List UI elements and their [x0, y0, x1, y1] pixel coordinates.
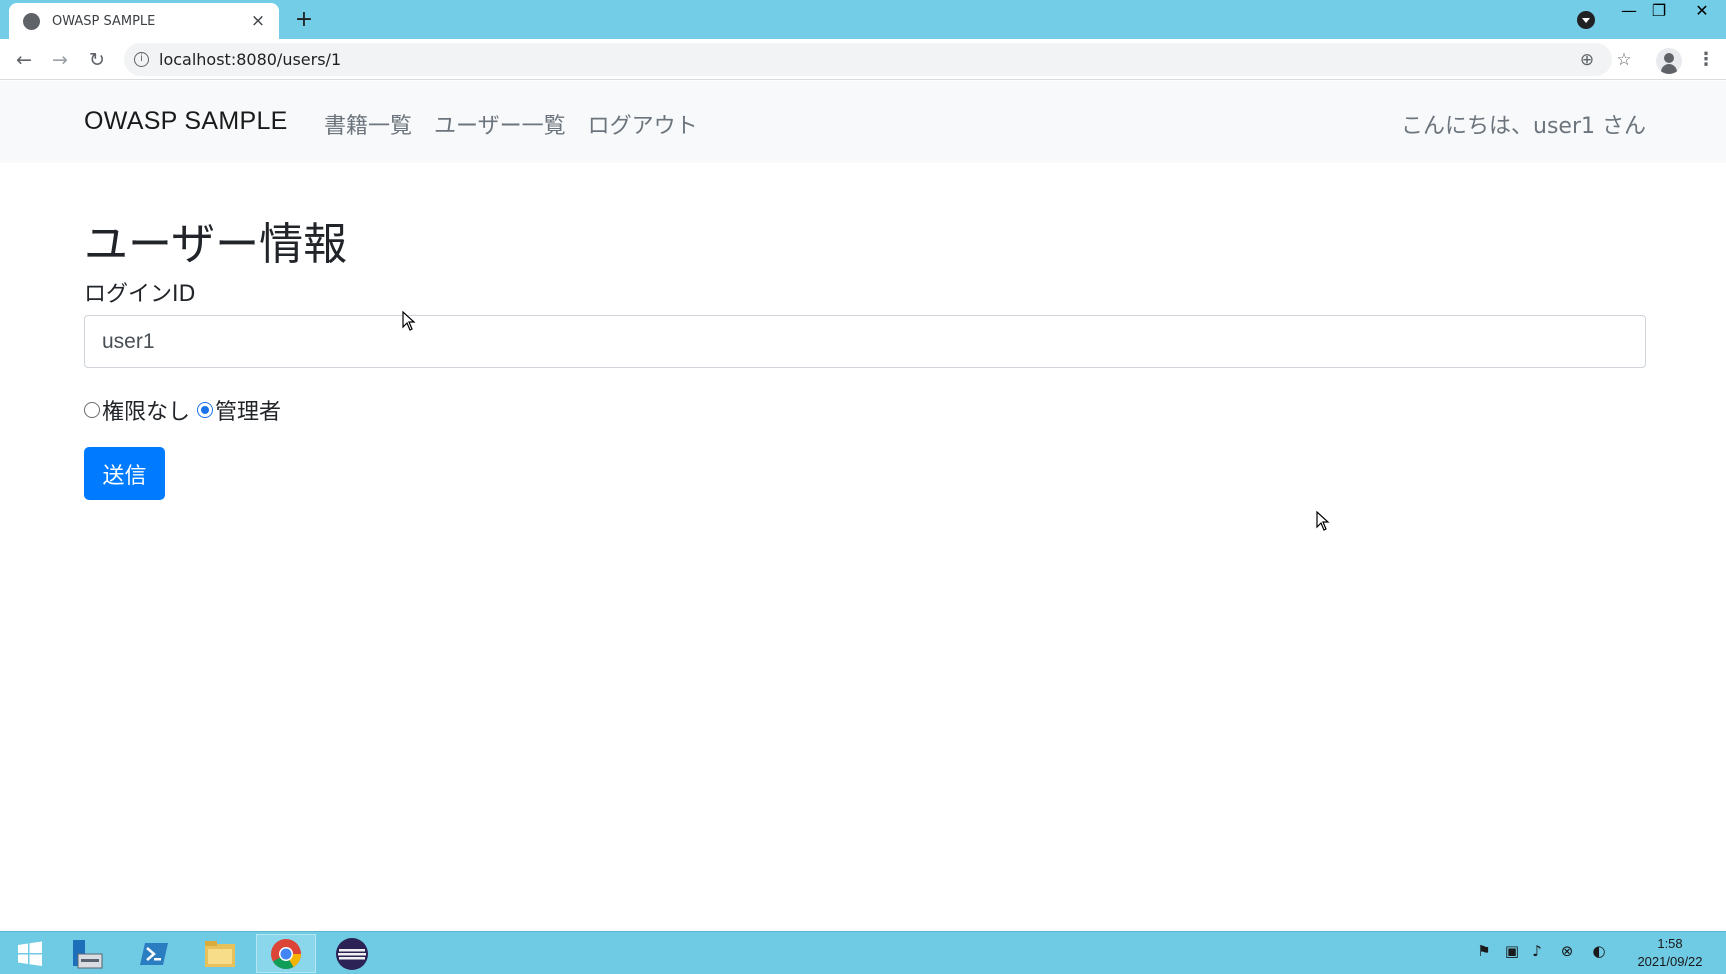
user-greeting: こんにちは、user1 さん [1401, 114, 1646, 139]
windows-logo-icon[interactable] [0, 934, 60, 973]
navbar-brand[interactable]: OWASP SAMPLE [84, 107, 288, 136]
profile-avatar-icon[interactable] [1656, 48, 1682, 74]
site-info-icon[interactable]: i [134, 52, 149, 67]
nav-link-users[interactable]: ユーザー一覧 [434, 108, 566, 140]
nav-links: 書籍一覧 ユーザー一覧 ログアウト [324, 108, 698, 140]
browser-titlebar: OWASP SAMPLE × + — ❐ ✕ [0, 0, 1726, 39]
forward-arrow-icon[interactable]: → [46, 46, 74, 74]
address-url[interactable]: localhost:8080/users/1 [159, 50, 341, 69]
radio-label-admin[interactable]: 管理者 [215, 394, 281, 426]
site-navbar: OWASP SAMPLE 書籍一覧 ユーザー一覧 ログアウト こんにちは、use… [0, 81, 1726, 163]
zoom-icon[interactable]: ⊕ [1573, 46, 1601, 74]
eclipse-icon[interactable] [322, 934, 382, 973]
login-id-input[interactable] [84, 315, 1646, 368]
restore-window-button[interactable]: ❐ [1644, 0, 1674, 24]
nav-link-logout[interactable]: ログアウト [588, 108, 698, 140]
reload-icon[interactable]: ↻ [83, 46, 111, 74]
role-radio-group: 権限なし 管理者 [84, 394, 288, 426]
radio-admin[interactable] [197, 402, 214, 418]
submit-button[interactable]: 送信 [84, 447, 165, 500]
address-bar[interactable]: i localhost:8080/users/1 [124, 43, 1612, 76]
radio-label-no-permission[interactable]: 権限なし [102, 394, 190, 426]
nav-link-books[interactable]: 書籍一覧 [324, 108, 412, 140]
browser-toolbar: ← → ↻ i localhost:8080/users/1 ⊕ ☆ [0, 39, 1726, 80]
globe-icon [23, 12, 40, 30]
close-tab-icon[interactable]: × [249, 12, 267, 30]
error-status-icon[interactable]: ⊗ [1557, 942, 1577, 960]
browser-menu-icon[interactable]: ⋮ [1697, 46, 1715, 74]
clock-time: 1:58 [1657, 936, 1683, 951]
page-title: ユーザー情報 [84, 219, 348, 270]
close-window-button[interactable]: ✕ [1684, 0, 1720, 24]
minimize-window-button[interactable]: — [1614, 0, 1644, 24]
os-taskbar: ⚑ ▣ ♪ ⊗ ◐ 1:58 2021/09/22 [0, 931, 1726, 974]
speaker-muted-icon[interactable]: ♪ [1527, 942, 1547, 960]
chrome-icon[interactable] [256, 934, 316, 973]
radio-no-permission[interactable] [84, 402, 100, 418]
bookmark-star-icon[interactable]: ☆ [1610, 46, 1638, 74]
browser-tab[interactable]: OWASP SAMPLE × [9, 3, 279, 39]
folder-icon[interactable] [190, 934, 250, 973]
tab-title: OWASP SAMPLE [52, 13, 156, 29]
clock-date: 2021/09/22 [1637, 954, 1703, 969]
app-tray-icon[interactable]: ◐ [1589, 942, 1609, 960]
powershell-icon[interactable] [124, 934, 184, 973]
back-arrow-icon[interactable]: ← [10, 46, 38, 74]
network-status-icon[interactable]: ▣ [1502, 942, 1522, 960]
new-tab-button[interactable]: + [292, 8, 316, 32]
tab-search-icon[interactable] [1577, 11, 1595, 29]
system-clock[interactable]: 1:58 2021/09/22 [1620, 935, 1720, 971]
network-flag-icon[interactable]: ⚑ [1474, 942, 1494, 960]
login-id-label: ログインID [84, 282, 196, 307]
server-manager-icon[interactable] [57, 934, 117, 973]
